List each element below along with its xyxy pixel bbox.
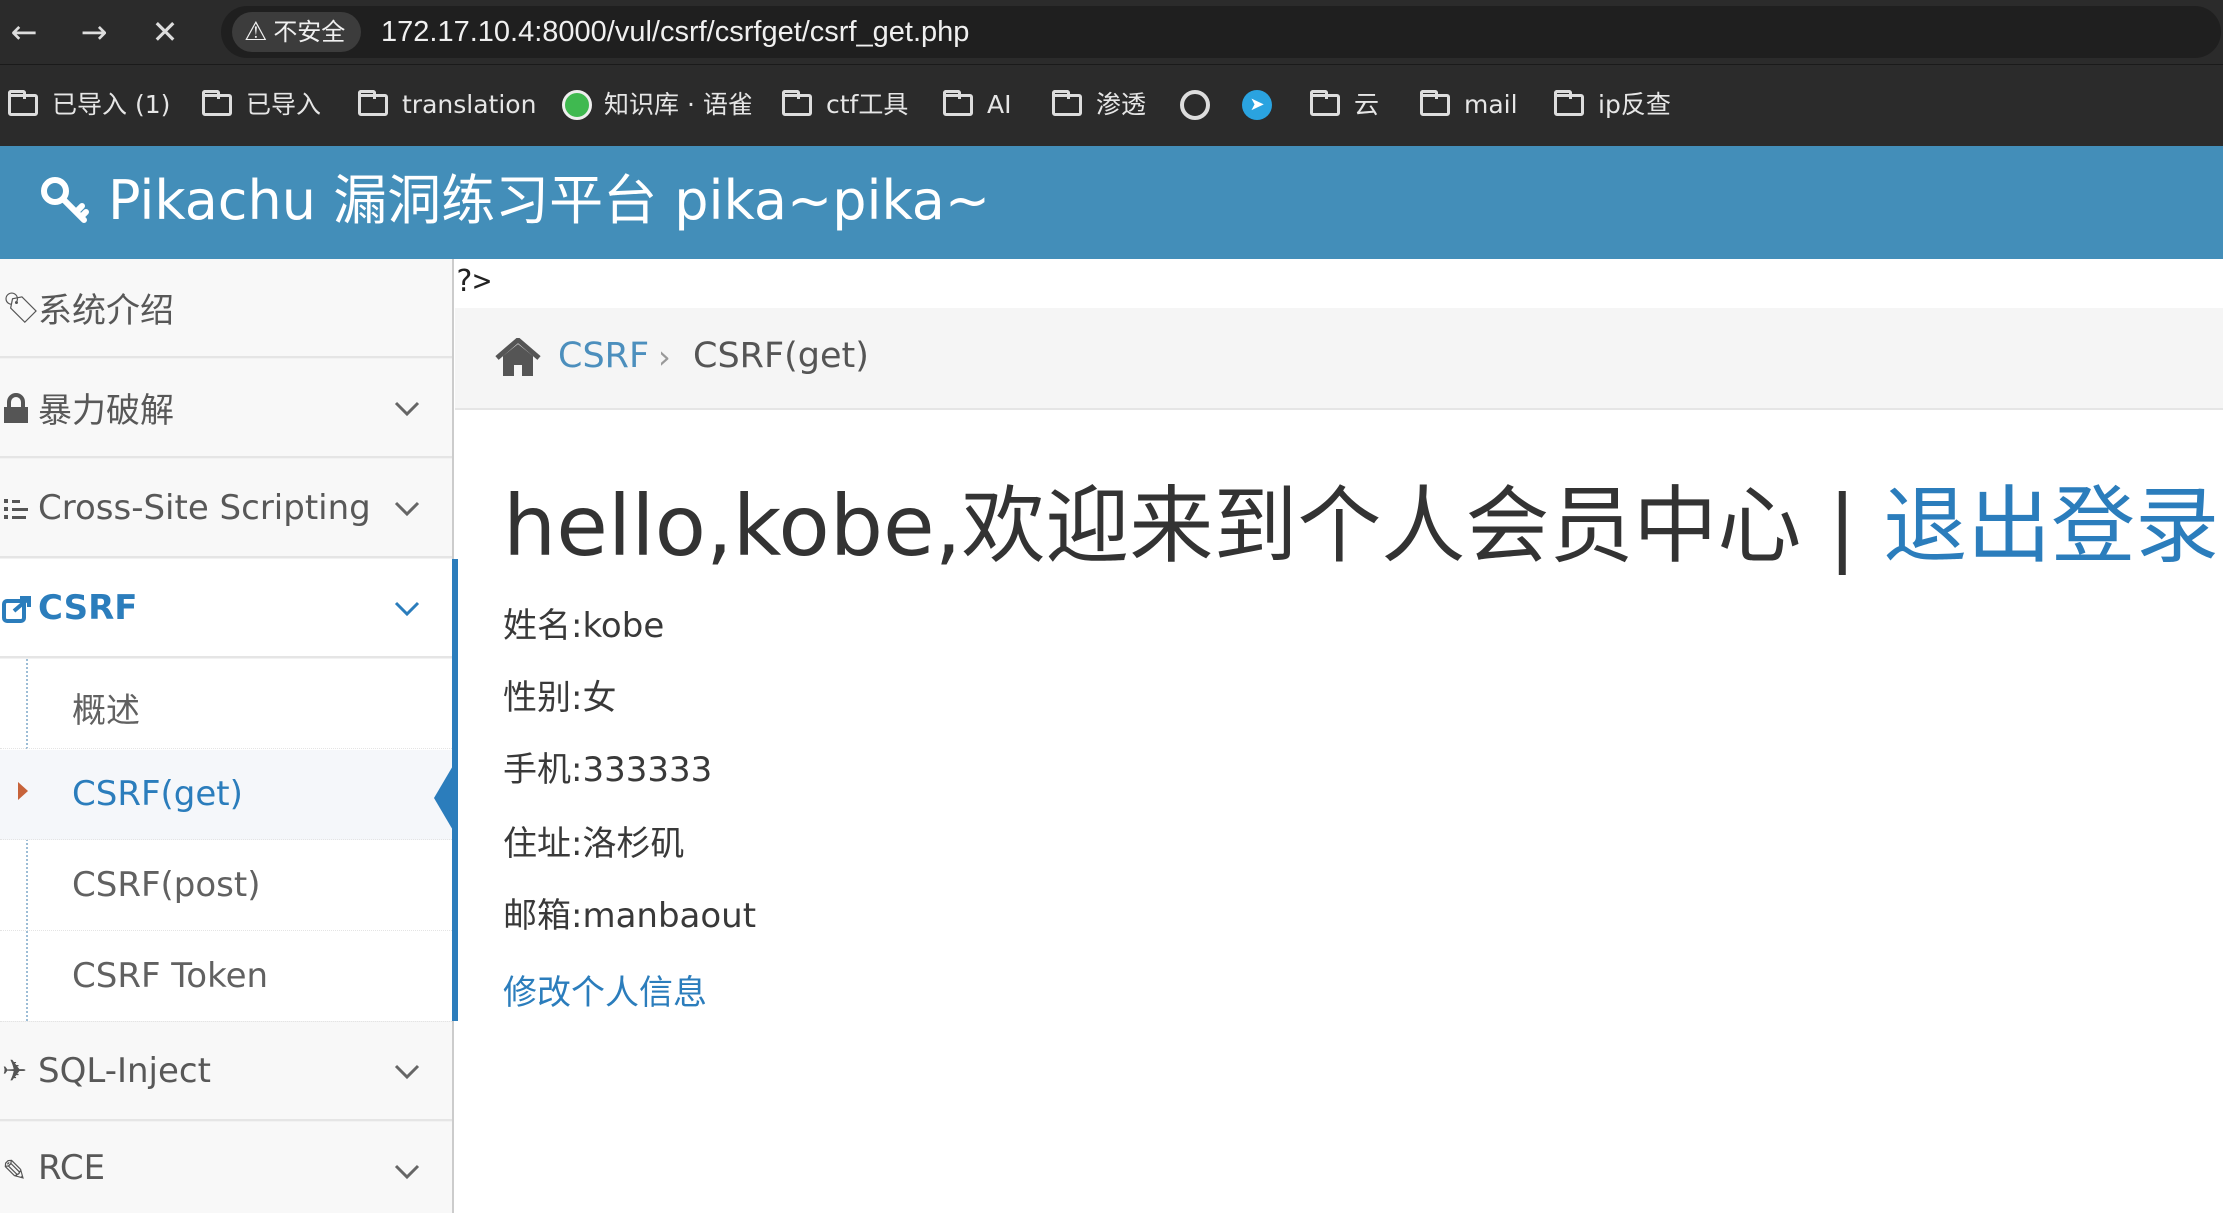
- edit-profile-link[interactable]: 修改个人信息: [503, 965, 707, 1014]
- bookmark-label: 已导入: [246, 90, 322, 119]
- app-title[interactable]: Pikachu 漏洞练习平台 pika~pika~: [108, 168, 990, 234]
- info-name: 姓名:kobe: [503, 606, 665, 646]
- folder-icon: [1052, 90, 1082, 116]
- home-icon[interactable]: [495, 338, 541, 378]
- bookmark-translation[interactable]: translation: [358, 85, 536, 125]
- sidebar-item-sql-inject[interactable]: ✈ SQL-Inject: [0, 1022, 452, 1121]
- security-badge[interactable]: ⚠ 不安全: [232, 12, 362, 52]
- sidebar-item-label: SQL-Inject: [38, 1050, 211, 1091]
- sidebar: 🏷 系统介绍 暴力破解 Cross-Site Scripting CSRF 概述…: [0, 259, 454, 1213]
- sub-item-csrf-get[interactable]: CSRF(get): [0, 750, 454, 840]
- url-text[interactable]: 172.17.10.4:8000/vul/csrf/csrfget/csrf_g…: [381, 14, 969, 50]
- folder-icon: [202, 90, 232, 116]
- php-echo-text: ?>: [455, 264, 492, 299]
- sidebar-item-rce[interactable]: ✎ RCE: [0, 1122, 452, 1213]
- chevron-down-icon: [394, 401, 420, 417]
- browser-address-bar: ← → ✕ ⚠ 不安全 172.17.10.4:8000/vul/csrf/csr…: [0, 0, 2223, 64]
- telegram-icon: ➤: [1242, 90, 1272, 120]
- csrf-submenu: 概述 CSRF(get) CSRF(post) CSRF Token: [0, 659, 454, 1022]
- bookmark-cloud[interactable]: 云: [1310, 85, 1379, 125]
- bookmark-label: ip反查: [1598, 90, 1671, 119]
- back-arrow-icon[interactable]: ←: [2, 10, 46, 54]
- bookmark-mail[interactable]: mail: [1420, 85, 1518, 125]
- info-phone: 手机:333333: [503, 750, 713, 790]
- bookmark-ip-lookup[interactable]: ip反查: [1554, 85, 1671, 125]
- folder-icon: [943, 90, 973, 116]
- breadcrumb-current: CSRF(get): [693, 336, 869, 376]
- bookmark-label: 渗透: [1096, 90, 1147, 119]
- lock-icon: [4, 393, 28, 423]
- share-icon: [2, 596, 31, 623]
- active-caret-icon: [18, 782, 28, 800]
- list-icon: [4, 499, 28, 519]
- breadcrumb-csrf-link[interactable]: CSRF: [558, 336, 649, 376]
- folder-icon: [358, 90, 388, 116]
- pencil-icon: ✎: [2, 1154, 28, 1189]
- sub-item-csrf-token[interactable]: CSRF Token: [0, 932, 452, 1022]
- sidebar-item-csrf[interactable]: CSRF: [0, 559, 452, 658]
- chevron-down-icon: [394, 1064, 420, 1080]
- info-email: 邮箱:manbaout: [503, 896, 757, 936]
- sidebar-item-label: CSRF: [38, 587, 138, 628]
- sub-item-label: 概述: [72, 691, 140, 731]
- logout-link[interactable]: 退出登录: [1883, 477, 2219, 575]
- sub-item-csrf-post[interactable]: CSRF(post): [0, 841, 452, 931]
- bookmark-label: 知识库 · 语雀: [604, 90, 753, 119]
- chevron-down-icon: [394, 1164, 420, 1180]
- folder-icon: [1420, 90, 1450, 116]
- welcome-heading: hello,kobe,欢迎来到个人会员中心 | 退出登录: [503, 476, 2219, 576]
- plane-icon: ✈: [2, 1054, 28, 1089]
- sub-item-label: CSRF(get): [72, 774, 243, 814]
- sidebar-item-label: 暴力破解: [38, 391, 174, 431]
- tags-icon: 🏷: [2, 291, 41, 326]
- bookmark-label: ctf工具: [826, 90, 909, 119]
- warning-icon: ⚠: [244, 17, 268, 47]
- bookmark-ctf-tools[interactable]: ctf工具: [782, 85, 908, 125]
- sidebar-item-intro[interactable]: 🏷 系统介绍: [0, 259, 452, 358]
- bookmark-pentest[interactable]: 渗透: [1052, 85, 1146, 125]
- bookmark-imported[interactable]: 已导入: [202, 85, 321, 125]
- info-gender: 性别:女: [503, 678, 617, 718]
- bookmark-yuque[interactable]: 知识库 · 语雀: [562, 85, 753, 125]
- sidebar-item-label: Cross-Site Scripting: [38, 487, 371, 528]
- sidebar-item-xss[interactable]: Cross-Site Scripting: [0, 459, 452, 558]
- key-icon: [41, 177, 89, 223]
- yuque-icon: [562, 90, 592, 120]
- breadcrumb-separator-icon: ›: [658, 338, 671, 376]
- forward-arrow-icon[interactable]: →: [72, 10, 116, 54]
- folder-icon: [1310, 90, 1340, 116]
- sub-item-label: CSRF(post): [72, 865, 261, 905]
- bookmark-label: mail: [1464, 90, 1518, 119]
- info-address: 住址:洛杉矶: [503, 824, 685, 864]
- bookmark-ai[interactable]: AI: [943, 85, 1011, 125]
- security-label: 不安全: [273, 18, 346, 46]
- welcome-text: hello,kobe,欢迎来到个人会员中心 |: [503, 477, 1884, 575]
- stop-loading-icon[interactable]: ✕: [143, 10, 187, 54]
- sidebar-item-brute-force[interactable]: 暴力破解: [0, 359, 452, 458]
- bookmark-imported-1[interactable]: 已导入 (1): [8, 85, 170, 125]
- chevron-down-icon: [394, 601, 420, 617]
- bookmarks-bar: 已导入 (1) 已导入 translation 知识库 · 语雀 ctf工具 A…: [0, 64, 2223, 146]
- bookmark-label: 云: [1354, 90, 1380, 119]
- bookmark-label: translation: [402, 90, 537, 119]
- globe-icon: [1180, 90, 1210, 120]
- sub-item-overview[interactable]: 概述: [0, 659, 452, 749]
- folder-icon: [1554, 90, 1584, 116]
- app-header: Pikachu 漏洞练习平台 pika~pika~: [0, 146, 2223, 259]
- active-section-bar: [452, 559, 458, 1021]
- sidebar-item-label: 系统介绍: [38, 291, 174, 331]
- folder-icon: [8, 90, 38, 116]
- breadcrumb: CSRF › CSRF(get): [455, 308, 2223, 410]
- bookmark-label: 已导入 (1): [52, 90, 171, 119]
- folder-icon: [782, 90, 812, 116]
- bookmark-globe[interactable]: [1180, 85, 1222, 125]
- bookmark-label: AI: [987, 90, 1012, 119]
- active-pointer-icon: [434, 764, 454, 832]
- sub-item-label: CSRF Token: [72, 956, 269, 996]
- chevron-down-icon: [394, 501, 420, 517]
- sidebar-item-label: RCE: [38, 1147, 106, 1188]
- bookmark-telegram[interactable]: ➤: [1242, 85, 1284, 125]
